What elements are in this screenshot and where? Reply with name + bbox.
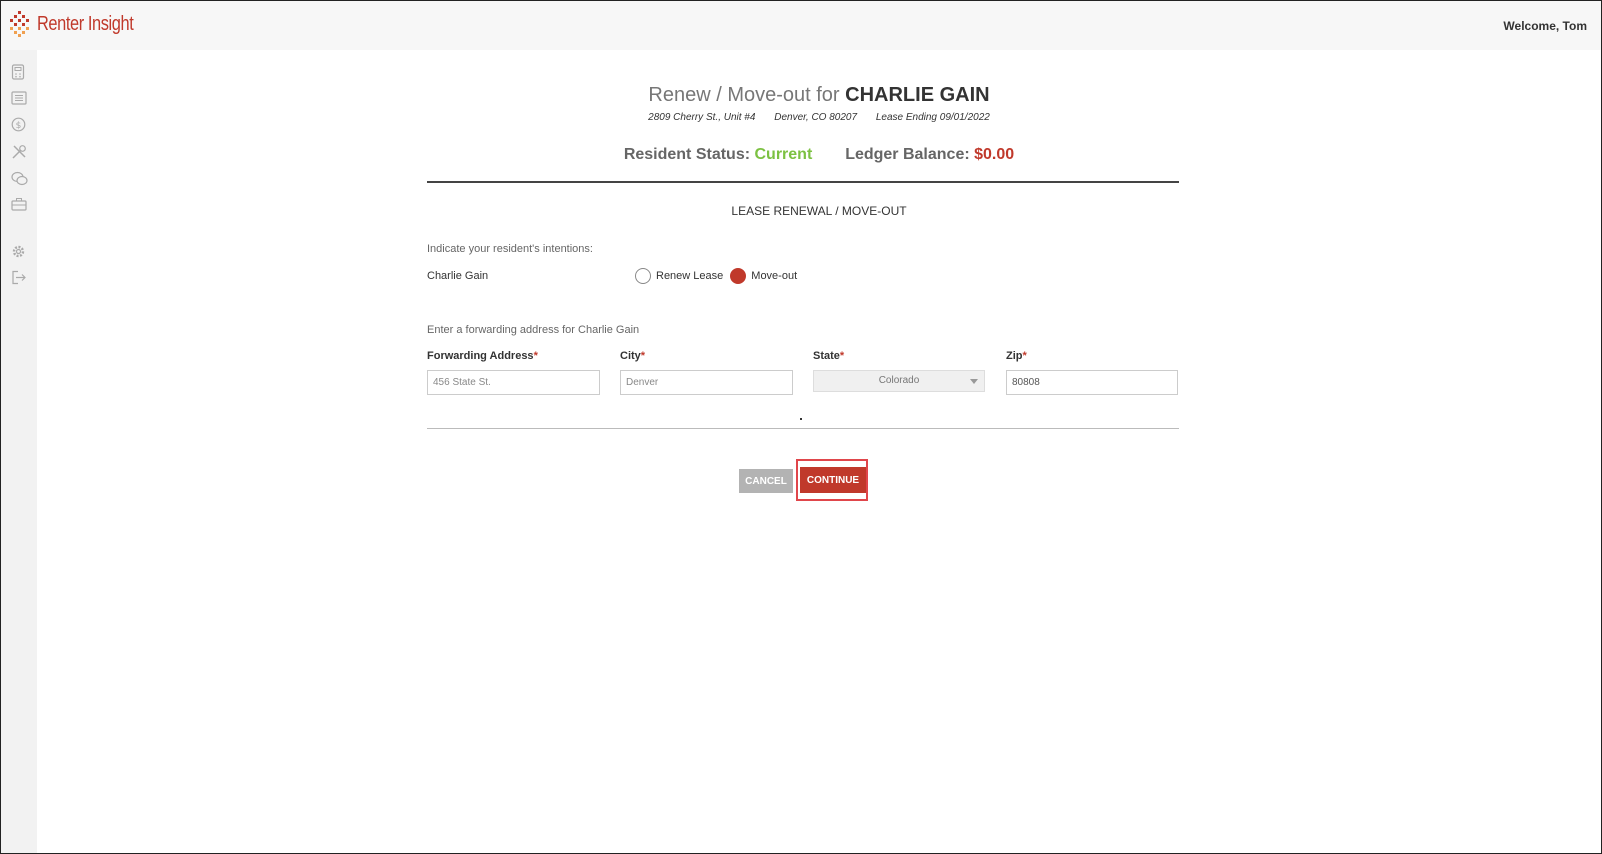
svg-text:$: $ bbox=[16, 121, 22, 131]
resident-status-label: Resident Status: bbox=[623, 146, 755, 163]
city-label: City* bbox=[620, 350, 646, 362]
forwarding-address-input[interactable]: 456 State St. bbox=[427, 370, 600, 395]
move-out-radio[interactable] bbox=[730, 268, 747, 284]
list-icon[interactable] bbox=[11, 91, 27, 107]
cancel-button[interactable]: CANCEL bbox=[739, 469, 793, 493]
resident-full-name: CHARLIE GAIN bbox=[845, 84, 990, 106]
section-divider bbox=[427, 181, 1179, 183]
intent-prompt: Indicate your resident's intentions: bbox=[427, 243, 593, 255]
dollar-icon[interactable]: $ bbox=[11, 117, 27, 133]
gear-icon[interactable] bbox=[11, 244, 27, 260]
status-summary: Resident Status: Current Ledger Balance:… bbox=[37, 146, 1601, 164]
property-city-state: Denver, CO 80207 bbox=[774, 112, 858, 123]
sidebar: $ bbox=[1, 50, 37, 853]
ledger-balance-label: Ledger Balance: bbox=[845, 146, 975, 163]
section-title: LEASE RENEWAL / MOVE-OUT bbox=[731, 204, 907, 218]
welcome-user[interactable]: Welcome, Tom bbox=[1503, 19, 1587, 33]
zip-input[interactable]: 80808 bbox=[1006, 370, 1178, 395]
title-prefix: Renew / Move-out for bbox=[648, 84, 846, 106]
separator-dot bbox=[800, 418, 802, 420]
state-select[interactable]: Colorado bbox=[813, 370, 985, 392]
ledger-balance-value: $0.00 bbox=[974, 146, 1015, 163]
brand-logo[interactable]: Renter Insight bbox=[9, 11, 155, 37]
logo-diamond-icon bbox=[10, 11, 29, 37]
brand-name: Renter Insight bbox=[37, 12, 134, 35]
resident-name: Charlie Gain bbox=[427, 270, 489, 282]
state-selected-value: Colorado bbox=[878, 375, 920, 386]
property-address: 2809 Cherry St., Unit #4 bbox=[648, 112, 756, 123]
briefcase-icon[interactable] bbox=[11, 197, 27, 213]
chat-icon[interactable] bbox=[11, 171, 28, 187]
zip-label: Zip* bbox=[1006, 350, 1027, 362]
calculator-icon[interactable] bbox=[11, 64, 27, 80]
main-content: Renew / Move-out for CHARLIE GAIN 2809 C… bbox=[37, 50, 1601, 853]
form-divider bbox=[427, 428, 1179, 429]
intent-radio-group: Renew Lease Move-out bbox=[635, 268, 804, 284]
resident-status-value: Current bbox=[754, 146, 813, 163]
continue-button[interactable]: CONTINUE bbox=[800, 467, 866, 493]
page-title: Renew / Move-out for CHARLIE GAIN bbox=[37, 84, 1601, 107]
renew-lease-label[interactable]: Renew Lease bbox=[656, 270, 723, 282]
state-label: State* bbox=[813, 350, 845, 362]
logout-icon[interactable] bbox=[11, 270, 27, 286]
tools-icon[interactable] bbox=[11, 144, 27, 160]
lease-details: 2809 Cherry St., Unit #4 Denver, CO 8020… bbox=[37, 112, 1601, 123]
renew-lease-radio[interactable] bbox=[635, 268, 651, 284]
forwarding-address-label: Forwarding Address* bbox=[427, 350, 538, 362]
lease-end-date: Lease Ending 09/01/2022 bbox=[875, 112, 990, 123]
chevron-down-icon bbox=[970, 379, 978, 384]
top-bar: Renter Insight Welcome, Tom bbox=[1, 1, 1601, 50]
forwarding-prompt: Enter a forwarding address for Charlie G… bbox=[427, 324, 640, 336]
move-out-label[interactable]: Move-out bbox=[751, 270, 797, 282]
city-input[interactable]: Denver bbox=[620, 370, 793, 395]
